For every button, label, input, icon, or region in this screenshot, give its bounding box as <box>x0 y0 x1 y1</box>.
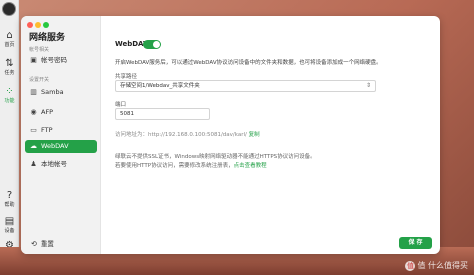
apps-icon: ⁘ <box>5 86 14 97</box>
reset-icon: ⟲ <box>31 240 37 248</box>
content-panel: WebDAV 开启WebDAV服务后，可以通过WebDAV协议访问设备中的文件夹… <box>101 16 440 254</box>
note-line-1: 绿联云不提供SSL证书，Windows映射网络驱动器不能通过HTTPS协议访问设… <box>115 154 316 160</box>
sidebar-item-webdav[interactable]: ☁ WebDAV <box>25 140 97 153</box>
webdav-description: 开启WebDAV服务后，可以通过WebDAV协议访问设备中的文件夹和数据，也可将… <box>115 60 382 66</box>
sidebar-item-afp[interactable]: ◉ AFP <box>25 106 97 119</box>
sidebar-item-account-password[interactable]: ▣ 帐号密码 <box>25 54 97 67</box>
lock-icon: ▣ <box>30 56 37 64</box>
rail-item-help[interactable]: ? 帮助 <box>0 190 19 208</box>
home-icon: ⌂ <box>6 30 13 41</box>
rail-item-features[interactable]: ⁘ 功能 <box>0 86 19 104</box>
access-url-line: 访问地址为：http://192.168.0.100:5081/dav/karl… <box>115 132 260 138</box>
share-path-label: 共享路径 <box>115 74 138 80</box>
chevron-updown-icon: ⇕ <box>365 82 371 89</box>
maximize-window-button[interactable] <box>43 22 49 28</box>
rail-item-device[interactable]: ▤ 设备 <box>0 216 19 234</box>
watermark: 值值 什么值得买 <box>405 260 468 271</box>
sidebar-item-samba[interactable]: ▥ Samba <box>25 86 97 99</box>
access-url: http://192.168.0.100:5081/dav/karl/ <box>148 132 247 138</box>
webdav-toggle[interactable] <box>143 40 161 49</box>
network-services-window: 网络服务 帐号相关 ▣ 帐号密码 设置开关 ▥ Samba ◉ AFP ▭ FTP ☁ W… <box>21 16 440 254</box>
afp-icon: ◉ <box>30 108 37 116</box>
rail-item-home[interactable]: ⌂ 首页 <box>0 30 19 48</box>
watermark-logo-icon: 值 <box>405 260 416 271</box>
cloud-icon: ☁ <box>30 142 37 150</box>
reset-button[interactable]: ⟲ 重置 <box>31 238 54 248</box>
sidebar: 网络服务 帐号相关 ▣ 帐号密码 设置开关 ▥ Samba ◉ AFP ▭ FTP ☁ W… <box>21 16 101 254</box>
minimize-window-button[interactable] <box>35 22 41 28</box>
app-rail: ⌂ 首页 ⇅ 任务 ⁘ 功能 ? 帮助 ▤ 设备 ⚙ 设置 <box>0 0 19 266</box>
share-path-select[interactable]: 存储空间1/Webdav_共享文件夹 ⇕ <box>115 80 376 92</box>
task-icon: ⇅ <box>5 58 14 69</box>
port-label: 端口 <box>115 102 127 108</box>
section-protocol-label: 设置开关 <box>29 77 50 83</box>
save-button[interactable]: 保 存 <box>399 237 432 249</box>
copy-link[interactable]: 复制 <box>249 132 260 138</box>
sidebar-item-local-account[interactable]: ♟ 本地帐号 <box>25 158 97 171</box>
section-account-label: 帐号相关 <box>29 47 50 53</box>
device-icon: ▤ <box>4 216 15 227</box>
sidebar-item-ftp[interactable]: ▭ FTP <box>25 124 97 137</box>
close-window-button[interactable] <box>27 22 33 28</box>
rail-item-tasks[interactable]: ⇅ 任务 <box>0 58 19 76</box>
port-input[interactable]: 5081 <box>115 108 210 120</box>
help-icon: ? <box>6 190 13 201</box>
avatar[interactable] <box>2 2 16 16</box>
note-line-2: 若要使用HTTP协议访问，需要修改系统注册表，点击查看教程 <box>115 163 267 169</box>
samba-icon: ▥ <box>30 88 37 96</box>
tutorial-link[interactable]: 点击查看教程 <box>234 163 267 169</box>
sidebar-title: 网络服务 <box>29 33 66 43</box>
user-icon: ♟ <box>30 160 37 168</box>
window-controls <box>27 22 51 30</box>
ftp-icon: ▭ <box>30 126 37 134</box>
